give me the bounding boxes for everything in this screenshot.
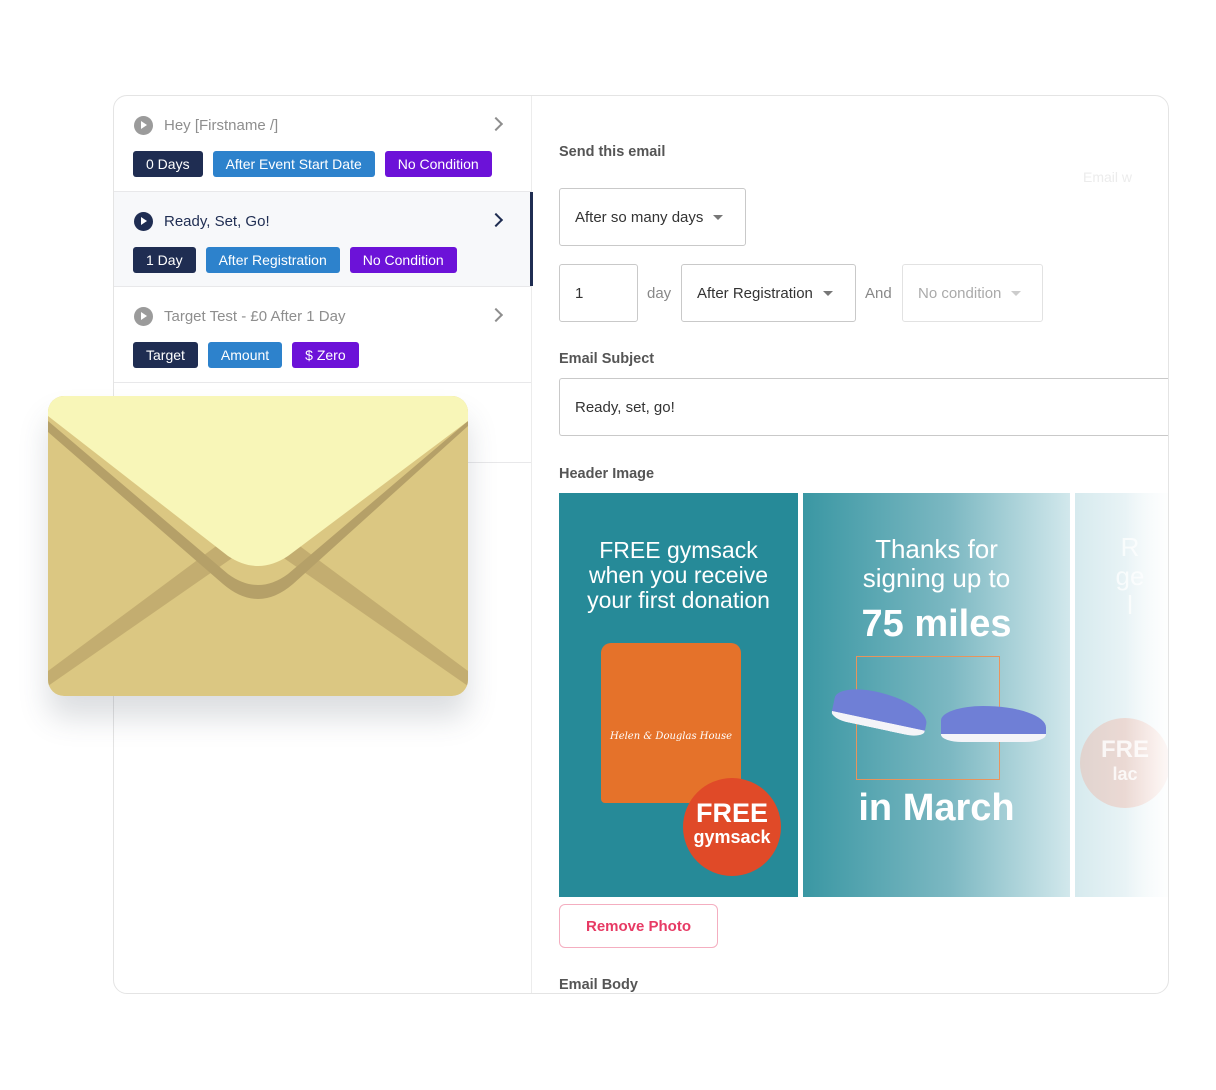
day-unit-label: day [647, 285, 672, 302]
header-image-option[interactable]: FREE gymsack when you receive your first… [559, 493, 798, 897]
image-footer: in March [858, 787, 1015, 829]
email-subject-input[interactable] [559, 378, 1168, 436]
delay-tag: 0 Days [133, 151, 203, 177]
caret-down-icon [1011, 290, 1022, 296]
free-badge: FREE gymsack [683, 778, 781, 876]
condition-value: No condition [918, 284, 1002, 302]
value-tag: $ Zero [292, 342, 359, 368]
metric-tag: Amount [207, 342, 283, 368]
send-this-email-label: Send this email [559, 144, 666, 160]
sneaker-image [941, 706, 1046, 742]
trigger-select[interactable]: After Registration [681, 264, 856, 322]
envelope-graphic [48, 396, 468, 696]
image-caption: FREE gymsack [599, 537, 758, 563]
badge-top-text: FREE [695, 798, 768, 828]
email-body-label: Email Body [559, 977, 638, 993]
header-image-label: Header Image [559, 466, 655, 482]
and-label: And [865, 285, 892, 302]
chevron-right-icon[interactable] [488, 116, 504, 132]
ghost-text: Email w [1083, 169, 1133, 185]
sequence-item-title: Target Test - £0 After 1 Day [164, 308, 346, 325]
fade-overlay [1125, 493, 1168, 897]
sequence-item[interactable]: Target Test - £0 After 1 Day Target Amou… [114, 287, 531, 383]
envelope-icon [48, 396, 468, 696]
day-count-input[interactable] [559, 264, 638, 322]
trigger-tag: After Event Start Date [212, 151, 375, 177]
email-subject-label: Email Subject [559, 351, 655, 367]
chevron-right-icon[interactable] [488, 212, 504, 227]
sequence-item-active[interactable]: Ready, Set, Go! 1 Day After Registration… [114, 191, 533, 287]
sequence-item-title: Ready, Set, Go! [164, 212, 270, 230]
play-icon [134, 116, 153, 135]
play-icon [134, 307, 153, 326]
header-image-option[interactable]: R ge l FRE lac [1075, 493, 1168, 897]
caret-down-icon [822, 290, 833, 296]
chevron-right-icon[interactable] [488, 307, 504, 323]
condition-tag: No Condition [384, 151, 492, 177]
trigger-tag: After Registration [205, 246, 340, 273]
header-image-option[interactable]: Thanks for signing up to 75 miles in Mar… [803, 493, 1070, 897]
image-caption: when you receive [589, 562, 768, 588]
send-type-select[interactable]: After so many days [559, 188, 746, 246]
condition-select[interactable]: No condition [902, 264, 1043, 322]
header-image-gallery: FREE gymsack when you receive your first… [559, 493, 1168, 897]
image-caption: your first donation [587, 587, 770, 613]
remove-photo-button[interactable]: Remove Photo [559, 904, 718, 948]
bag-brand: Helen & Douglas House [609, 731, 733, 742]
condition-tag: No Condition [349, 246, 457, 273]
email-editor: Send this email Email w After so many da… [559, 96, 1168, 993]
type-tag: Target [133, 342, 198, 368]
caret-down-icon [713, 214, 724, 220]
delay-tag: 1 Day [133, 246, 196, 273]
trigger-value: After Registration [697, 284, 813, 302]
image-caption: Thanks for [875, 534, 998, 564]
image-caption: signing up to [862, 563, 1011, 593]
image-headline: 75 miles [861, 603, 1012, 645]
play-icon [134, 211, 153, 231]
send-type-value: After so many days [575, 208, 704, 226]
sequence-item[interactable]: Hey [Firstname /] 0 Days After Event Sta… [114, 96, 531, 192]
badge-bottom-text: gymsack [693, 827, 771, 847]
sequence-item-title: Hey [Firstname /] [164, 117, 279, 134]
